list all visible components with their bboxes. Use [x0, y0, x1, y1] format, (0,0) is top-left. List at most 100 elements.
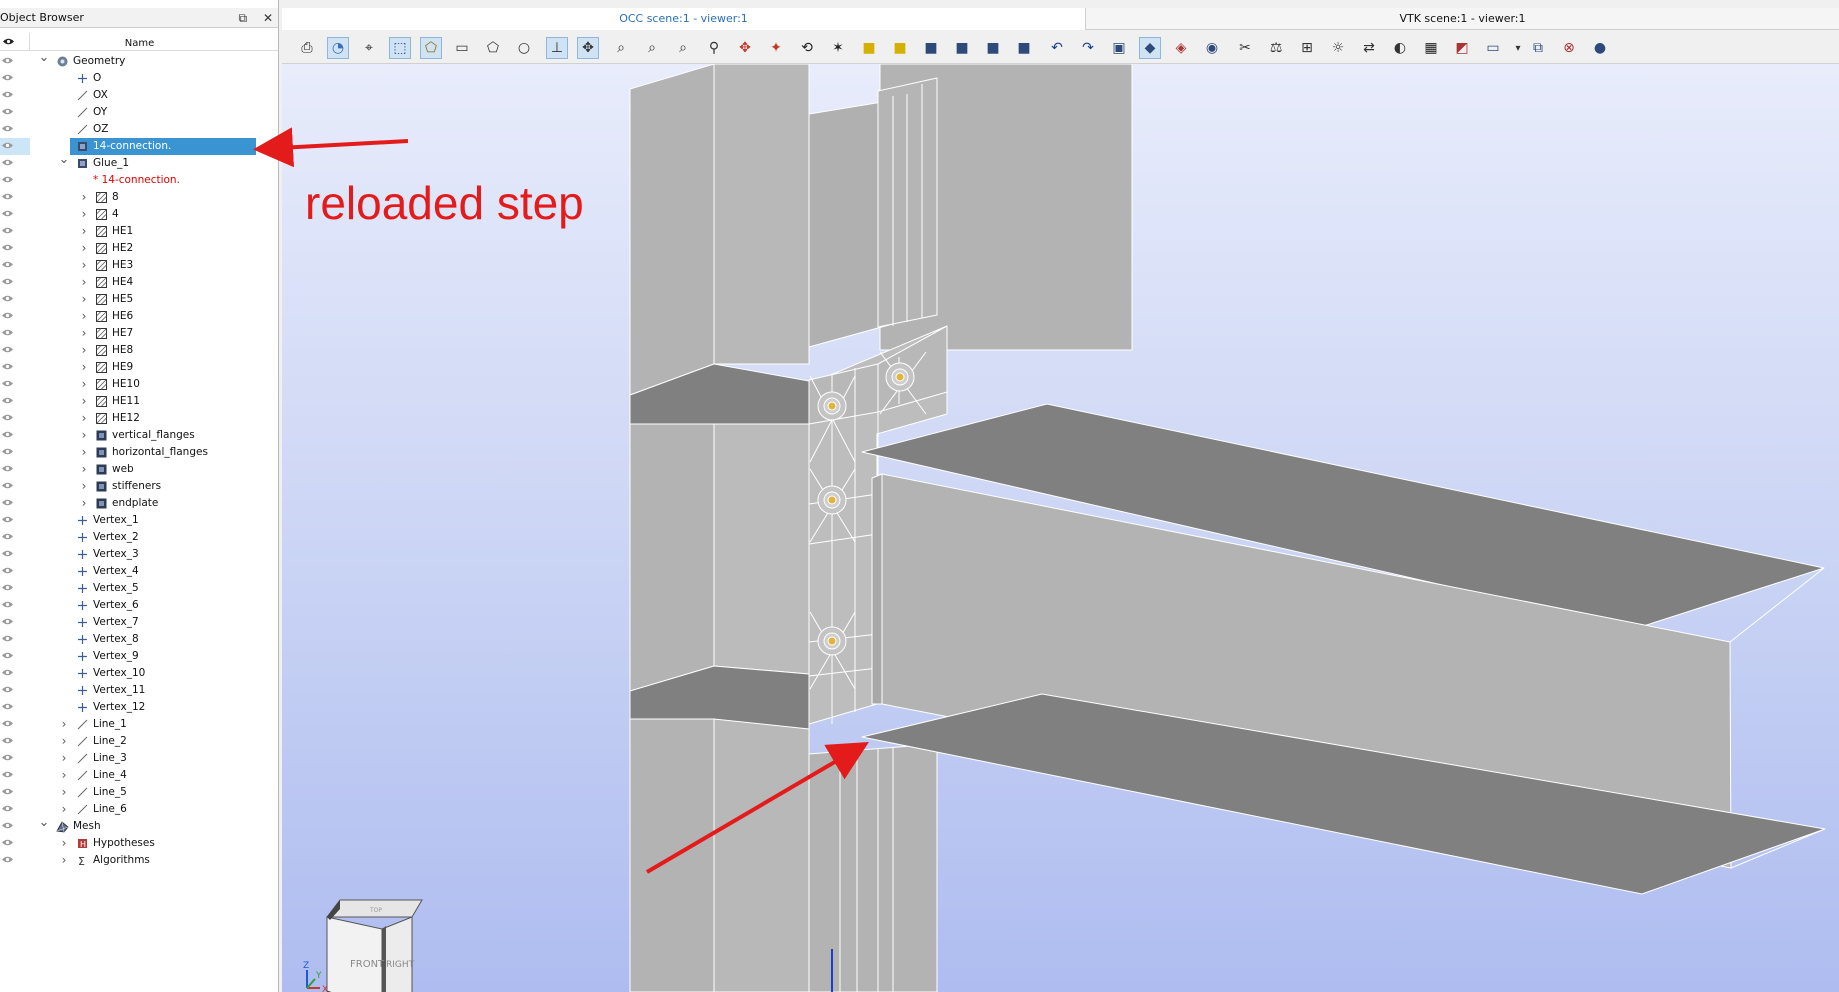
rect-icon[interactable]: ▭: [451, 37, 473, 59]
visibility-eye-icon[interactable]: [1, 685, 14, 694]
expand-arrow-icon[interactable]: ›: [78, 223, 90, 240]
shadows-icon[interactable]: ◐: [1389, 37, 1411, 59]
visibility-eye-icon[interactable]: [1, 175, 14, 184]
visibility-eye-icon[interactable]: [1, 345, 14, 354]
top-view-icon[interactable]: ■: [920, 37, 942, 59]
tree-row[interactable]: * 14-connection.: [0, 172, 278, 189]
expand-arrow-icon[interactable]: ›: [58, 733, 70, 750]
visibility-eye-icon[interactable]: [1, 566, 14, 575]
tree-row[interactable]: › 8: [0, 189, 278, 206]
visibility-eye-icon[interactable]: [1, 583, 14, 592]
tree-row[interactable]: OY: [0, 104, 278, 121]
tree-row[interactable]: › HE4: [0, 274, 278, 291]
tree-row[interactable]: › vertical_flanges: [0, 427, 278, 444]
collapse-arrow-icon[interactable]: ⌄: [38, 814, 50, 831]
visibility-eye-icon[interactable]: [1, 736, 14, 745]
tree-row[interactable]: › horizontal_flanges: [0, 444, 278, 461]
ambient-light-icon[interactable]: ☼: [1327, 37, 1349, 59]
zoom-icon[interactable]: ⚲: [703, 37, 725, 59]
zooming-style-icon[interactable]: ⌖: [358, 37, 380, 59]
left-view-icon[interactable]: ■: [982, 37, 1004, 59]
visibility-eye-icon[interactable]: [1, 73, 14, 82]
rotation-icon[interactable]: ✦: [765, 37, 787, 59]
global-rotation-icon[interactable]: ✶: [827, 37, 849, 59]
erase-all-icon[interactable]: ⊗: [1558, 37, 1580, 59]
expand-arrow-icon[interactable]: ›: [58, 852, 70, 869]
right-view-icon[interactable]: ■: [1013, 37, 1035, 59]
circle-icon[interactable]: ○: [513, 37, 535, 59]
tree-row[interactable]: › Line_2: [0, 733, 278, 750]
tab-occ-viewer[interactable]: OCC scene:1 - viewer:1: [282, 8, 1086, 30]
tree-row[interactable]: › HE12: [0, 410, 278, 427]
visibility-eye-icon[interactable]: [1, 651, 14, 660]
global-pan-icon[interactable]: ✥: [577, 37, 599, 59]
graduated-axes-icon[interactable]: ⊞: [1296, 37, 1318, 59]
visibility-eye-icon[interactable]: [1, 447, 14, 456]
rotation-point-icon[interactable]: ⟲: [796, 37, 818, 59]
front-view-icon[interactable]: ■: [858, 37, 880, 59]
interaction-style-icon[interactable]: ◔: [327, 37, 349, 59]
tree-row[interactable]: Vertex_11: [0, 682, 278, 699]
expand-arrow-icon[interactable]: ›: [58, 750, 70, 767]
expand-arrow-icon[interactable]: ›: [78, 478, 90, 495]
expand-arrow-icon[interactable]: ›: [78, 206, 90, 223]
tree-row[interactable]: ⌄ Geometry: [0, 50, 278, 70]
rectangle-select-icon[interactable]: ⬚: [389, 37, 411, 59]
expand-arrow-icon[interactable]: ›: [78, 308, 90, 325]
visibility-eye-icon[interactable]: [1, 532, 14, 541]
tree-row[interactable]: Vertex_9: [0, 648, 278, 665]
visibility-eye-icon[interactable]: [1, 549, 14, 558]
sphere-icon[interactable]: ●: [1589, 37, 1611, 59]
expand-arrow-icon[interactable]: ›: [78, 274, 90, 291]
expand-arrow-icon[interactable]: ›: [78, 240, 90, 257]
tree-row[interactable]: 14-connection.: [0, 138, 278, 155]
polygon-select-icon[interactable]: ⬠: [420, 37, 442, 59]
view-cube[interactable]: FRONT RIGHT TOP: [325, 899, 423, 992]
tree-row[interactable]: › HE5: [0, 291, 278, 308]
visibility-eye-icon[interactable]: [1, 56, 14, 65]
expand-arrow-icon[interactable]: ›: [78, 461, 90, 478]
expand-arrow-icon[interactable]: ›: [78, 427, 90, 444]
tree-row[interactable]: Vertex_4: [0, 563, 278, 580]
dropdown-icon[interactable]: ▾: [1513, 37, 1523, 59]
visibility-eye-icon[interactable]: [1, 90, 14, 99]
anticlockwise-icon[interactable]: ↶: [1046, 37, 1068, 59]
expand-arrow-icon[interactable]: ›: [78, 444, 90, 461]
tree-row[interactable]: › HE3: [0, 257, 278, 274]
tree-row[interactable]: OZ: [0, 121, 278, 138]
pan-icon[interactable]: ✥: [734, 37, 756, 59]
visibility-eye-icon[interactable]: [1, 362, 14, 371]
visibility-eye-icon[interactable]: [1, 719, 14, 728]
tree-row[interactable]: › HE10: [0, 376, 278, 393]
tree-row[interactable]: › web: [0, 461, 278, 478]
tree-row[interactable]: › Σ Algorithms: [0, 852, 278, 869]
sync-view-icon[interactable]: ⇄: [1358, 37, 1380, 59]
visibility-eye-icon[interactable]: [1, 379, 14, 388]
visibility-eye-icon[interactable]: [1, 617, 14, 626]
clone-view-icon[interactable]: ⧉: [1527, 37, 1549, 59]
tree-row[interactable]: › 4: [0, 206, 278, 223]
tree-row[interactable]: › Line_3: [0, 750, 278, 767]
visibility-eye-icon[interactable]: [1, 770, 14, 779]
visibility-eye-icon[interactable]: [1, 430, 14, 439]
perspective-icon[interactable]: ◆: [1139, 37, 1161, 59]
visibility-eye-icon[interactable]: [1, 413, 14, 422]
tree-row[interactable]: › HE2: [0, 240, 278, 257]
tree-row[interactable]: › Line_1: [0, 716, 278, 733]
clockwise-icon[interactable]: ↷: [1077, 37, 1099, 59]
visibility-eye-icon[interactable]: [1, 855, 14, 864]
visibility-eye-icon[interactable]: [1, 753, 14, 762]
visibility-eye-icon[interactable]: [1, 804, 14, 813]
tree-row[interactable]: Vertex_5: [0, 580, 278, 597]
tree-row[interactable]: Vertex_6: [0, 597, 278, 614]
visibility-eye-icon[interactable]: [1, 192, 14, 201]
tree-row[interactable]: › HE7: [0, 325, 278, 342]
visibility-eye-icon[interactable]: [1, 277, 14, 286]
maximize-icon[interactable]: ▭: [1482, 37, 1504, 59]
tree-row[interactable]: › stiffeners: [0, 478, 278, 495]
visibility-eye-icon[interactable]: [1, 107, 14, 116]
tree-row[interactable]: ⌄ Glue_1: [0, 152, 278, 172]
ortho-icon[interactable]: ◈: [1170, 37, 1192, 59]
visibility-eye-icon[interactable]: [1, 311, 14, 320]
tree-row[interactable]: ⌄ Mesh: [0, 815, 278, 835]
